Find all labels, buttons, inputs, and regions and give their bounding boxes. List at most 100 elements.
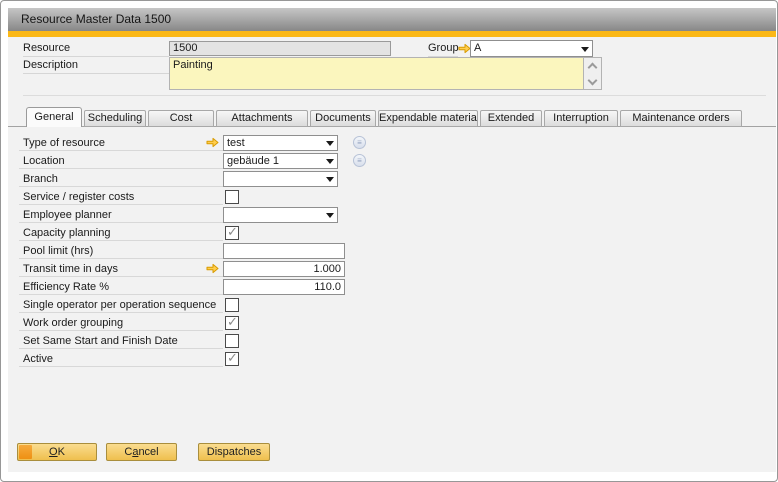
tab-extended[interactable]: Extended — [480, 110, 542, 127]
default-button-stripe — [19, 445, 32, 459]
resource-label: Resource — [23, 42, 169, 57]
button-cancel[interactable]: Cancel — [106, 443, 177, 461]
field-label-location: Location — [23, 155, 65, 167]
general-tab-form: Type of resource test ≡ Location gebäude 1 ≡ B… — [8, 134, 776, 368]
input-pool-limit-hrs[interactable] — [223, 243, 345, 259]
description-value: Painting — [173, 59, 213, 71]
detail-circle-icon[interactable]: ≡ — [353, 136, 366, 149]
checkbox-active[interactable]: ✓ — [225, 352, 239, 366]
dropdown-arrow-icon — [326, 159, 334, 164]
label-underline — [19, 366, 223, 367]
dropdown-value: test — [227, 137, 245, 149]
field-label-capacity-planning: Capacity planning — [23, 227, 110, 239]
description-textarea[interactable]: Painting — [169, 57, 584, 90]
dropdown-arrow-icon — [326, 213, 334, 218]
field-row-employee-planner: Employee planner — [8, 206, 776, 224]
field-row-transit-time-in-days: Transit time in days 1.000 — [8, 260, 776, 278]
resource-master-data-window: Resource Master Data 1500 Resource 1500 … — [0, 0, 778, 482]
dropdown-arrow-icon — [581, 47, 589, 52]
field-row-branch: Branch — [8, 170, 776, 188]
label-underline — [19, 348, 223, 349]
field-row-pool-limit-hrs: Pool limit (hrs) — [8, 242, 776, 260]
resource-value: 1500 — [173, 42, 197, 54]
resource-field[interactable]: 1500 — [169, 41, 391, 56]
checkmark-icon: ✓ — [227, 350, 238, 366]
tab-maintenance-orders[interactable]: Maintenance orders — [620, 110, 742, 127]
label-underline — [19, 168, 223, 169]
field-row-set-same-start-and-finish-date: Set Same Start and Finish Date — [8, 332, 776, 350]
button-label: OK — [49, 446, 65, 458]
field-row-location: Location gebäude 1 ≡ — [8, 152, 776, 170]
button-ok[interactable]: OK — [17, 443, 97, 461]
dropdown-arrow-icon — [326, 141, 334, 146]
label-underline — [19, 258, 223, 259]
field-row-work-order-grouping: Work order grouping ✓ — [8, 314, 776, 332]
field-label-type-of-resource: Type of resource — [23, 137, 105, 149]
window-content: Resource 1500 Group A Description Painti… — [8, 37, 776, 472]
button-dispatches[interactable]: Dispatches — [198, 443, 270, 461]
tab-general[interactable]: General — [26, 107, 82, 127]
checkmark-icon: ✓ — [227, 314, 238, 330]
field-label-efficiency-rate: Efficiency Rate % — [23, 281, 109, 293]
field-row-single-operator-per-operation-sequence: Single operator per operation sequence — [8, 296, 776, 314]
field-label-active: Active — [23, 353, 53, 365]
field-label-set-same-start-and-finish-date: Set Same Start and Finish Date — [23, 335, 178, 347]
checkbox-single-operator-per-operation-sequence[interactable] — [225, 298, 239, 312]
description-label: Description — [23, 59, 169, 74]
label-underline — [19, 330, 223, 331]
checkbox-work-order-grouping[interactable]: ✓ — [225, 316, 239, 330]
dropdown-employee-planner[interactable] — [223, 207, 338, 223]
label-underline — [19, 312, 223, 313]
group-label: Group — [428, 42, 458, 57]
window-titlebar: Resource Master Data 1500 — [8, 8, 776, 31]
group-value: A — [474, 42, 481, 54]
label-underline — [19, 150, 223, 151]
tab-expendable-material[interactable]: Expendable material — [378, 110, 478, 127]
dropdown-value: gebäude 1 — [227, 155, 279, 167]
checkbox-capacity-planning[interactable]: ✓ — [225, 226, 239, 240]
field-row-active: Active ✓ — [8, 350, 776, 368]
dropdown-type-of-resource[interactable]: test — [223, 135, 338, 151]
field-label-work-order-grouping: Work order grouping — [23, 317, 123, 329]
tab-cost[interactable]: Cost — [148, 110, 214, 127]
field-row-efficiency-rate: Efficiency Rate % 110.0 — [8, 278, 776, 296]
tab-attachments[interactable]: Attachments — [216, 110, 308, 127]
label-underline — [19, 222, 223, 223]
field-label-service-register-costs: Service / register costs — [23, 191, 134, 203]
tab-interruption[interactable]: Interruption — [544, 110, 618, 127]
tab-strip: GeneralSchedulingCostAttachmentsDocument… — [8, 107, 776, 127]
checkbox-service-register-costs[interactable] — [225, 190, 239, 204]
field-row-type-of-resource: Type of resource test ≡ — [8, 134, 776, 152]
dropdown-branch[interactable] — [223, 171, 338, 187]
checkbox-set-same-start-and-finish-date[interactable] — [225, 334, 239, 348]
field-label-single-operator-per-operation-sequence: Single operator per operation sequence — [23, 299, 216, 311]
chevron-up-icon[interactable] — [588, 63, 598, 73]
tab-documents[interactable]: Documents — [310, 110, 376, 127]
chevron-down-icon[interactable] — [588, 76, 598, 86]
group-dropdown[interactable]: A — [470, 40, 593, 57]
dropdown-arrow-icon — [326, 177, 334, 182]
field-row-capacity-planning: Capacity planning ✓ — [8, 224, 776, 242]
field-label-employee-planner: Employee planner — [23, 209, 112, 221]
label-underline — [19, 294, 223, 295]
button-label: Cancel — [124, 446, 158, 458]
dropdown-location[interactable]: gebäude 1 — [223, 153, 338, 169]
detail-circle-icon[interactable]: ≡ — [353, 154, 366, 167]
input-transit-time-in-days[interactable]: 1.000 — [223, 261, 345, 277]
link-arrow-icon[interactable] — [206, 137, 220, 148]
input-efficiency-rate[interactable]: 110.0 — [223, 279, 345, 295]
button-label: Dispatches — [207, 446, 261, 458]
label-underline — [19, 204, 223, 205]
label-underline — [19, 276, 223, 277]
tab-scheduling[interactable]: Scheduling — [84, 110, 146, 127]
field-label-transit-time-in-days: Transit time in days — [23, 263, 118, 275]
field-row-service-register-costs: Service / register costs — [8, 188, 776, 206]
field-label-branch: Branch — [23, 173, 58, 185]
description-scrollbar[interactable] — [583, 57, 602, 90]
label-underline — [19, 240, 223, 241]
header-separator — [23, 95, 766, 96]
field-label-pool-limit-hrs: Pool limit (hrs) — [23, 245, 93, 257]
link-arrow-icon[interactable] — [206, 263, 220, 274]
label-underline — [19, 186, 223, 187]
checkmark-icon: ✓ — [227, 224, 238, 240]
